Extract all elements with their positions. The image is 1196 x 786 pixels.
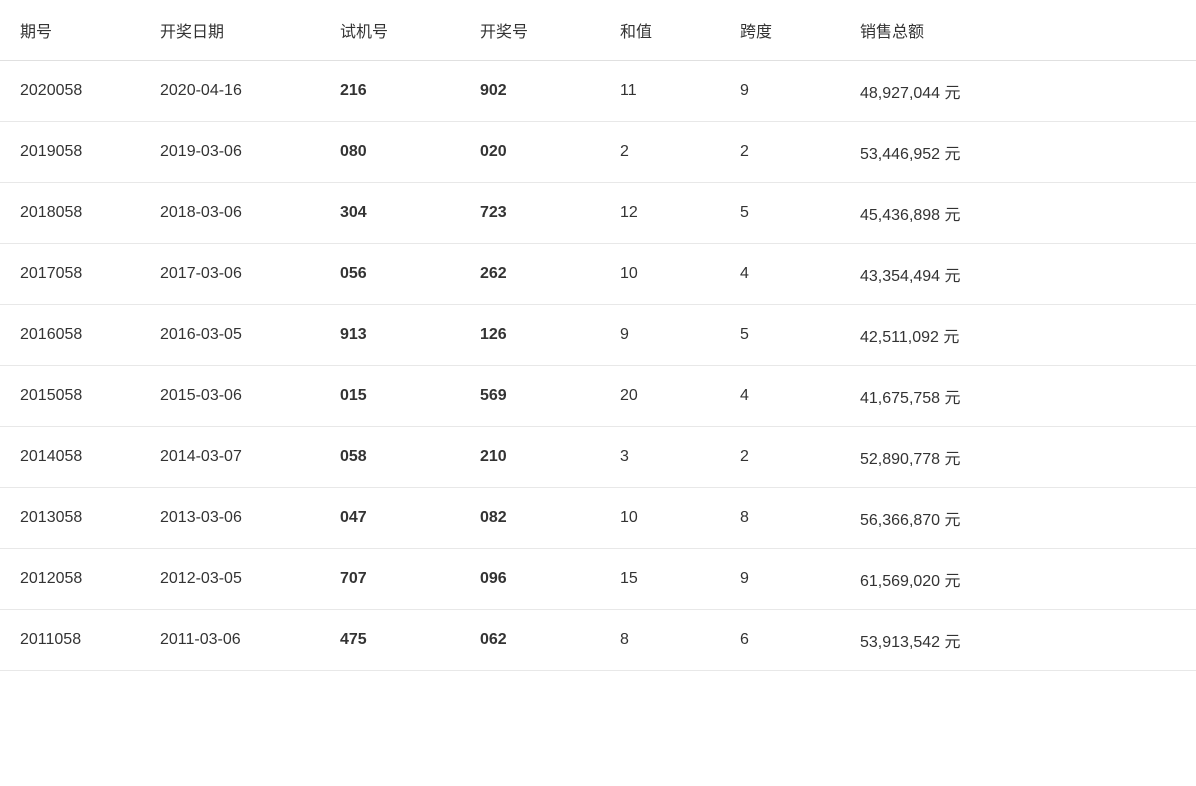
cell-winning: 723 xyxy=(460,183,600,244)
cell-sum: 10 xyxy=(600,488,720,549)
cell-date: 2015-03-06 xyxy=(140,366,320,427)
cell-trial: 015 xyxy=(320,366,460,427)
cell-span: 8 xyxy=(720,488,840,549)
cell-trial: 056 xyxy=(320,244,460,305)
cell-period: 2013058 xyxy=(0,488,140,549)
header-sales: 销售总额 xyxy=(840,0,1196,61)
cell-span: 2 xyxy=(720,427,840,488)
cell-winning: 126 xyxy=(460,305,600,366)
cell-sum: 8 xyxy=(600,610,720,671)
cell-sales: 61,569,020 元 xyxy=(840,549,1196,610)
cell-period: 2016058 xyxy=(0,305,140,366)
cell-date: 2020-04-16 xyxy=(140,61,320,122)
cell-span: 9 xyxy=(720,549,840,610)
cell-trial: 304 xyxy=(320,183,460,244)
cell-period: 2014058 xyxy=(0,427,140,488)
cell-sum: 11 xyxy=(600,61,720,122)
cell-sum: 12 xyxy=(600,183,720,244)
cell-period: 2020058 xyxy=(0,61,140,122)
cell-trial: 707 xyxy=(320,549,460,610)
lottery-table: 期号 开奖日期 试机号 开奖号 和值 跨度 销售总额 20200582020-0… xyxy=(0,0,1196,671)
cell-date: 2013-03-06 xyxy=(140,488,320,549)
header-trial: 试机号 xyxy=(320,0,460,61)
cell-span: 5 xyxy=(720,183,840,244)
table-row: 20190582019-03-060800202253,446,952 元 xyxy=(0,122,1196,183)
header-winning: 开奖号 xyxy=(460,0,600,61)
table-row: 20110582011-03-064750628653,913,542 元 xyxy=(0,610,1196,671)
table-row: 20140582014-03-070582103252,890,778 元 xyxy=(0,427,1196,488)
header-sum: 和值 xyxy=(600,0,720,61)
cell-winning: 062 xyxy=(460,610,600,671)
cell-period: 2018058 xyxy=(0,183,140,244)
table-row: 20150582015-03-0601556920441,675,758 元 xyxy=(0,366,1196,427)
cell-sales: 45,436,898 元 xyxy=(840,183,1196,244)
cell-span: 6 xyxy=(720,610,840,671)
cell-span: 5 xyxy=(720,305,840,366)
table-header-row: 期号 开奖日期 试机号 开奖号 和值 跨度 销售总额 xyxy=(0,0,1196,61)
table-row: 20130582013-03-0604708210856,366,870 元 xyxy=(0,488,1196,549)
cell-period: 2011058 xyxy=(0,610,140,671)
cell-sum: 15 xyxy=(600,549,720,610)
cell-winning: 569 xyxy=(460,366,600,427)
table-row: 20120582012-03-0570709615961,569,020 元 xyxy=(0,549,1196,610)
cell-date: 2019-03-06 xyxy=(140,122,320,183)
cell-trial: 058 xyxy=(320,427,460,488)
cell-sales: 48,927,044 元 xyxy=(840,61,1196,122)
cell-trial: 047 xyxy=(320,488,460,549)
cell-span: 2 xyxy=(720,122,840,183)
cell-winning: 082 xyxy=(460,488,600,549)
cell-winning: 020 xyxy=(460,122,600,183)
cell-sales: 41,675,758 元 xyxy=(840,366,1196,427)
cell-date: 2017-03-06 xyxy=(140,244,320,305)
cell-sales: 56,366,870 元 xyxy=(840,488,1196,549)
cell-period: 2015058 xyxy=(0,366,140,427)
cell-sum: 10 xyxy=(600,244,720,305)
cell-period: 2017058 xyxy=(0,244,140,305)
cell-trial: 475 xyxy=(320,610,460,671)
header-span: 跨度 xyxy=(720,0,840,61)
table-row: 20200582020-04-1621690211948,927,044 元 xyxy=(0,61,1196,122)
cell-trial: 216 xyxy=(320,61,460,122)
cell-sales: 53,913,542 元 xyxy=(840,610,1196,671)
cell-winning: 262 xyxy=(460,244,600,305)
cell-span: 4 xyxy=(720,244,840,305)
table-row: 20160582016-03-059131269542,511,092 元 xyxy=(0,305,1196,366)
cell-sales: 43,354,494 元 xyxy=(840,244,1196,305)
cell-date: 2012-03-05 xyxy=(140,549,320,610)
table-row: 20180582018-03-0630472312545,436,898 元 xyxy=(0,183,1196,244)
cell-date: 2011-03-06 xyxy=(140,610,320,671)
cell-winning: 096 xyxy=(460,549,600,610)
cell-winning: 210 xyxy=(460,427,600,488)
cell-sales: 52,890,778 元 xyxy=(840,427,1196,488)
cell-trial: 080 xyxy=(320,122,460,183)
cell-period: 2012058 xyxy=(0,549,140,610)
cell-sum: 9 xyxy=(600,305,720,366)
cell-winning: 902 xyxy=(460,61,600,122)
cell-date: 2014-03-07 xyxy=(140,427,320,488)
cell-date: 2016-03-05 xyxy=(140,305,320,366)
header-date: 开奖日期 xyxy=(140,0,320,61)
main-container: 期号 开奖日期 试机号 开奖号 和值 跨度 销售总额 20200582020-0… xyxy=(0,0,1196,786)
header-period: 期号 xyxy=(0,0,140,61)
cell-sales: 53,446,952 元 xyxy=(840,122,1196,183)
cell-sales: 42,511,092 元 xyxy=(840,305,1196,366)
cell-sum: 20 xyxy=(600,366,720,427)
cell-date: 2018-03-06 xyxy=(140,183,320,244)
cell-sum: 3 xyxy=(600,427,720,488)
cell-span: 4 xyxy=(720,366,840,427)
cell-span: 9 xyxy=(720,61,840,122)
cell-period: 2019058 xyxy=(0,122,140,183)
table-row: 20170582017-03-0605626210443,354,494 元 xyxy=(0,244,1196,305)
cell-sum: 2 xyxy=(600,122,720,183)
cell-trial: 913 xyxy=(320,305,460,366)
